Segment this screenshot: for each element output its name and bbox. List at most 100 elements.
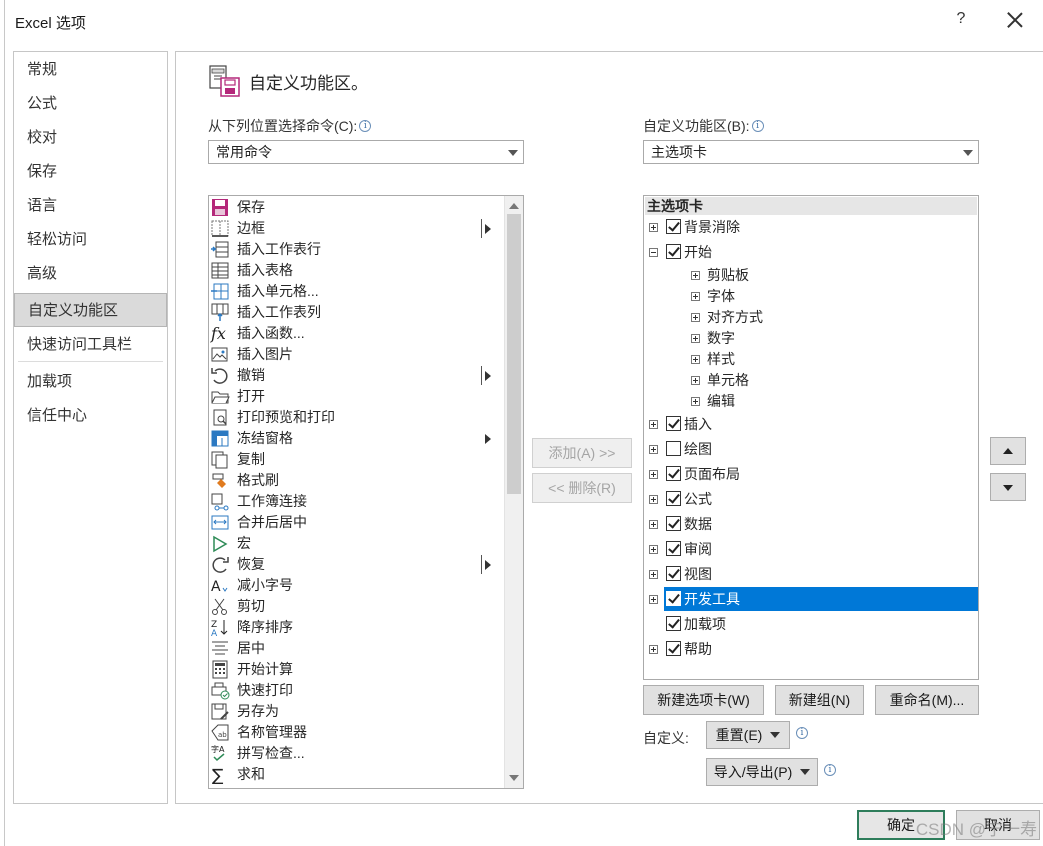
expand-icon[interactable] bbox=[649, 420, 658, 429]
ribbon-tab-node[interactable]: 页面布局 bbox=[644, 462, 974, 486]
tab-checkbox[interactable] bbox=[666, 219, 681, 234]
tab-checkbox[interactable] bbox=[666, 516, 681, 531]
nav-item[interactable]: 快速访问工具栏 bbox=[14, 328, 167, 362]
command-item[interactable]: ab 名称管理器 bbox=[209, 722, 499, 743]
expand-icon[interactable] bbox=[649, 223, 658, 232]
tab-checkbox[interactable] bbox=[666, 616, 681, 631]
tab-checkbox[interactable] bbox=[666, 591, 681, 606]
command-item[interactable]: 插入图片 bbox=[209, 344, 499, 365]
expand-icon[interactable] bbox=[691, 397, 700, 406]
expand-icon[interactable] bbox=[649, 495, 658, 504]
reset-button[interactable]: 重置(E) bbox=[706, 721, 790, 749]
tab-checkbox[interactable] bbox=[666, 566, 681, 581]
rename-button[interactable]: 重命名(M)... bbox=[875, 685, 979, 715]
command-item[interactable]: 工作簿连接 bbox=[209, 491, 499, 512]
command-item[interactable]: 冻结窗格 bbox=[209, 428, 499, 449]
ribbon-tab-node[interactable]: 绘图 bbox=[644, 437, 974, 461]
nav-item[interactable]: 保存 bbox=[14, 155, 167, 189]
nav-item[interactable]: 加载项 bbox=[14, 365, 167, 399]
nav-item[interactable]: 自定义功能区 bbox=[14, 293, 167, 327]
nav-item[interactable]: 轻松访问 bbox=[14, 223, 167, 257]
command-item[interactable]: Z A 降序排序 bbox=[209, 617, 499, 639]
ribbon-tree[interactable]: 主选项卡 背景消除 开始 剪贴板 字体 对齐方式 数字 样式 单元格 编辑 插入 绘图 页面布局 公式数… bbox=[643, 195, 979, 680]
command-item[interactable]: 复制 bbox=[209, 449, 499, 470]
nav-item[interactable]: 高级 bbox=[14, 257, 167, 291]
command-item[interactable]: 打开 bbox=[209, 386, 499, 407]
nav-item[interactable]: 常规 bbox=[14, 53, 167, 87]
expand-icon[interactable] bbox=[649, 470, 658, 479]
command-item[interactable]: 保存 bbox=[209, 197, 499, 218]
move-down-button[interactable] bbox=[990, 473, 1026, 501]
ribbon-tab-node[interactable]: 加载项 bbox=[644, 612, 974, 636]
expand-icon[interactable] bbox=[691, 271, 700, 280]
ribbon-tab-node[interactable]: 视图 bbox=[644, 562, 974, 586]
command-item[interactable]: 恢复 bbox=[209, 554, 499, 575]
expand-icon[interactable] bbox=[691, 376, 700, 385]
scroll-down-icon[interactable] bbox=[509, 775, 519, 781]
expand-icon[interactable] bbox=[649, 520, 658, 529]
ribbon-tab-node[interactable]: 插入 bbox=[644, 412, 974, 436]
new-tab-button[interactable]: 新建选项卡(W) bbox=[643, 685, 764, 715]
command-item[interactable]: 边框 bbox=[209, 218, 499, 239]
tab-checkbox[interactable] bbox=[666, 441, 681, 456]
command-item[interactable]: 打印预览和打印 bbox=[209, 407, 499, 428]
add-button[interactable]: 添加(A) >> bbox=[532, 438, 632, 468]
move-up-button[interactable] bbox=[990, 437, 1026, 465]
expand-icon[interactable] bbox=[649, 545, 658, 554]
ribbon-tab-node[interactable]: 审阅 bbox=[644, 537, 974, 561]
command-item[interactable]: 插入表格 bbox=[209, 260, 499, 281]
tab-checkbox[interactable] bbox=[666, 541, 681, 556]
remove-button[interactable]: << 删除(R) bbox=[532, 473, 632, 503]
command-item[interactable]: 撤销 bbox=[209, 365, 499, 386]
scroll-up-icon[interactable] bbox=[509, 203, 519, 209]
expand-icon[interactable] bbox=[691, 313, 700, 322]
command-item[interactable]: 居中 bbox=[209, 638, 499, 659]
tab-checkbox[interactable] bbox=[666, 641, 681, 656]
nav-item[interactable]: 公式 bbox=[14, 87, 167, 121]
commands-list-scrollbar[interactable] bbox=[504, 196, 523, 788]
command-item[interactable]: 合并后居中 bbox=[209, 512, 499, 533]
nav-item[interactable]: 信任中心 bbox=[14, 399, 167, 433]
ribbon-tab-node[interactable]: 开始 bbox=[644, 240, 974, 264]
command-item[interactable]: 快速打印 bbox=[209, 680, 499, 701]
command-item[interactable]: A 减小字号 bbox=[209, 575, 499, 596]
tab-checkbox[interactable] bbox=[666, 466, 681, 481]
command-item[interactable]: 另存为 bbox=[209, 701, 499, 722]
commands-source-select[interactable]: 常用命令 bbox=[208, 140, 524, 164]
ribbon-tab-node[interactable]: 帮助 bbox=[644, 637, 974, 661]
command-item[interactable]: 字A 拼写检查... bbox=[209, 743, 499, 764]
commands-list[interactable]: 保存 边框 插入工作表行 插入表格 插入单元格... 插入工作表列 fx 插入函数... 插入图… bbox=[208, 195, 524, 789]
command-item[interactable]: fx 插入函数... bbox=[209, 323, 499, 344]
collapse-icon[interactable] bbox=[649, 248, 658, 257]
expand-icon[interactable] bbox=[691, 334, 700, 343]
import-export-button[interactable]: 导入/导出(P) bbox=[706, 758, 818, 786]
expand-icon[interactable] bbox=[649, 445, 658, 454]
command-item[interactable]: 宏 bbox=[209, 533, 499, 554]
expand-icon[interactable] bbox=[691, 292, 700, 301]
tab-checkbox[interactable] bbox=[666, 244, 681, 259]
expand-icon[interactable] bbox=[649, 595, 658, 604]
expand-icon[interactable] bbox=[691, 355, 700, 364]
nav-item[interactable]: 语言 bbox=[14, 189, 167, 223]
command-item[interactable]: ∑ 求和 bbox=[209, 764, 499, 786]
nav-item[interactable]: 校对 bbox=[14, 121, 167, 155]
help-button[interactable]: ? bbox=[949, 10, 973, 28]
close-icon[interactable] bbox=[1001, 6, 1029, 34]
ribbon-tab-node[interactable]: 背景消除 bbox=[644, 215, 974, 239]
expand-icon[interactable] bbox=[649, 645, 658, 654]
ribbon-tab-node[interactable]: 公式 bbox=[644, 487, 974, 511]
command-item[interactable]: 剪切 bbox=[209, 596, 499, 617]
command-item[interactable]: 开始计算 bbox=[209, 659, 499, 680]
command-item[interactable]: 格式刷 bbox=[209, 470, 499, 491]
tab-checkbox[interactable] bbox=[666, 491, 681, 506]
new-group-button[interactable]: 新建组(N) bbox=[775, 685, 864, 715]
ribbon-tabs-select[interactable]: 主选项卡 bbox=[643, 140, 979, 164]
command-item[interactable]: 插入工作表列 bbox=[209, 302, 499, 323]
expand-icon[interactable] bbox=[649, 570, 658, 579]
command-item[interactable]: 插入工作表行 bbox=[209, 239, 499, 260]
command-item[interactable]: 插入单元格... bbox=[209, 281, 499, 302]
tab-checkbox[interactable] bbox=[666, 416, 681, 431]
ribbon-tab-node[interactable]: 数据 bbox=[644, 512, 974, 536]
scroll-thumb[interactable] bbox=[507, 214, 521, 494]
ribbon-tab-node[interactable]: 开发工具 bbox=[649, 587, 978, 611]
